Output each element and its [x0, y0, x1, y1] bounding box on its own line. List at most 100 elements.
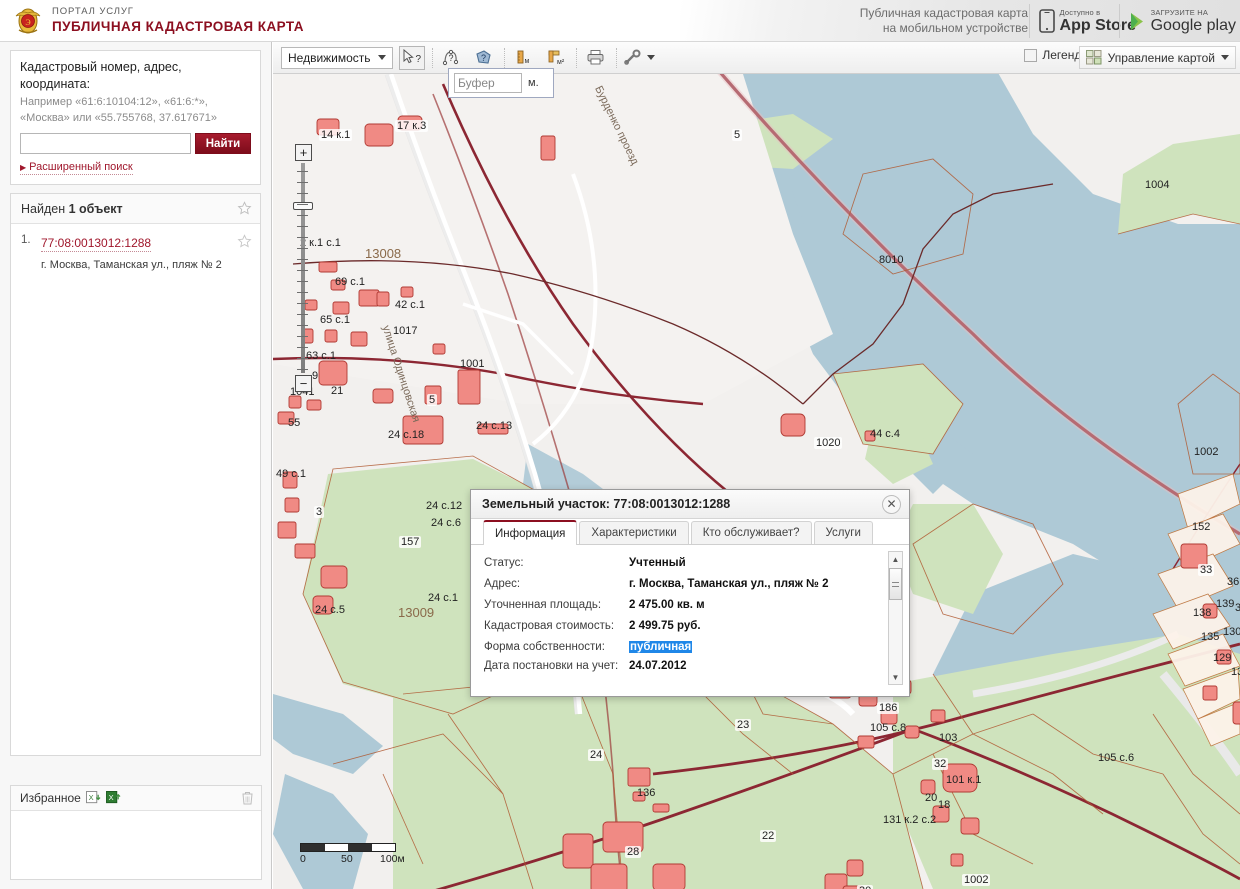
row-value: Учтенный — [629, 556, 686, 569]
favorites-panel: Избранное X X — [10, 785, 262, 880]
zoom-tick — [297, 193, 308, 194]
find-button[interactable]: Найти — [195, 133, 251, 154]
svg-text:X: X — [89, 793, 94, 802]
map-label: 1020 — [814, 437, 843, 449]
tab-harakteristiki[interactable]: Характеристики — [579, 521, 689, 544]
map-label: 8010 — [879, 254, 904, 266]
coat-of-arms-icon: Э — [15, 8, 41, 34]
layer-select[interactable]: Недвижимость — [281, 46, 393, 69]
zoom-tick — [297, 325, 308, 326]
chevron-down-icon — [377, 55, 386, 60]
list-item[interactable]: 1. 77:08:0013012:1288 г. Москва, Таманск… — [11, 224, 260, 280]
result-favorite-star-icon[interactable] — [237, 234, 252, 249]
map-label: 17 к.3 — [395, 120, 429, 132]
measure-length-tool-button[interactable]: м — [511, 46, 537, 70]
scale-label-right: 100м — [380, 853, 405, 865]
zoom-in-button[interactable]: + — [295, 144, 312, 161]
left-sidebar: Кадастровый номер, адрес, координата: На… — [0, 42, 272, 889]
map-label: 139 — [1216, 598, 1235, 610]
map-label: 1002 — [962, 874, 991, 886]
toolbar-separator-2 — [503, 47, 505, 68]
zoom-tick — [297, 182, 308, 183]
result-cadastral-number[interactable]: 77:08:0013012:1288 — [41, 236, 152, 252]
map-label: 1001 — [460, 358, 485, 370]
map-label: 20 — [925, 792, 938, 804]
measure-area-tool-button[interactable]: м² — [543, 46, 569, 70]
row-value: 2 499.75 руб. — [629, 619, 701, 632]
map-label: 18 — [938, 799, 951, 811]
row-value: г. Москва, Таманская ул., пляж № 2 — [629, 577, 829, 590]
zoom-tick — [297, 314, 308, 315]
google-play-badge[interactable]: ЗАГРУЗИТЕ НА Google play — [1118, 4, 1240, 38]
results-count-text: Найден 1 объект — [21, 202, 237, 216]
toolbar-separator-3 — [575, 47, 577, 68]
map-label: 14 к.1 — [319, 129, 353, 141]
favorite-star-icon[interactable] — [237, 201, 252, 216]
layers-grid-icon — [1085, 50, 1102, 65]
scale-bar-rule — [300, 843, 396, 852]
tab-kto-obsluzhivaet[interactable]: Кто обслуживает? — [690, 521, 812, 544]
share-link-tool-button[interactable] — [623, 46, 657, 70]
map-area: Недвижимость ? ? ? м м² Легенда Управлен… — [273, 42, 1240, 889]
zoom-slider-track[interactable] — [293, 163, 313, 373]
map-label: 130 — [1223, 626, 1240, 638]
map-label: 24 с.5 — [315, 604, 345, 616]
map-canvas[interactable]: 14 к.1 17 к.3 5 1004 8010 2 к.1 с.1 13008 42 с.… — [273, 74, 1240, 889]
polyline-info-tool-button[interactable]: ? — [439, 46, 465, 70]
print-tool-button[interactable] — [583, 46, 609, 70]
row-value-highlighted[interactable]: публичная — [629, 640, 693, 653]
map-label: 103 — [939, 732, 958, 744]
select-info-tool-button[interactable]: ? — [398, 45, 425, 70]
popup-title-bar: Земельный участок: 77:08:0013012:1288 ✕ — [471, 490, 909, 519]
application-window: Э ПОРТАЛ УСЛУГ ПУБЛИЧНАЯ КАДАСТРОВАЯ КАР… — [0, 0, 1240, 889]
advanced-search-link[interactable]: ▶ Расширенный поиск — [20, 161, 133, 175]
map-label: 129 — [1213, 652, 1232, 664]
svg-text:м²: м² — [557, 59, 565, 66]
favorites-label: Избранное — [20, 791, 81, 805]
map-label: 44 с.4 — [870, 428, 900, 440]
zoom-out-button[interactable]: − — [295, 375, 312, 392]
scroll-down-icon[interactable]: ▼ — [889, 670, 902, 684]
tab-informaciya[interactable]: Информация — [483, 520, 578, 545]
trash-icon[interactable] — [241, 791, 254, 805]
tab-uslugi[interactable]: Услуги — [813, 521, 873, 544]
toolbar-separator — [431, 47, 433, 68]
page-header: Э ПОРТАЛ УСЛУГ ПУБЛИЧНАЯ КАДАСТРОВАЯ КАР… — [0, 0, 1240, 42]
scale-bar: 0 50 100м — [300, 843, 420, 867]
scrollbar-thumb[interactable] — [889, 568, 902, 600]
excel-export-icon[interactable]: X — [85, 791, 101, 805]
row-key: Статус: — [484, 556, 524, 569]
excel-import-icon[interactable]: X — [105, 791, 121, 805]
ruler-square-meter-icon: м² — [548, 50, 565, 66]
scroll-up-icon[interactable]: ▲ — [889, 552, 902, 566]
close-icon[interactable]: ✕ — [882, 494, 901, 514]
map-label: 101 к.1 — [946, 774, 982, 786]
table-row: Форма собственности: публичная — [484, 636, 909, 657]
search-hint-line2: «Москва» или «55.755768, 37.617671» — [20, 112, 217, 124]
row-key: Кадастровая стоимость: — [484, 619, 615, 632]
map-label: 24 с.13 — [476, 420, 513, 432]
google-play-icon — [1130, 12, 1143, 30]
map-label: 36 к.7 — [1227, 576, 1240, 588]
zoom-control: + − — [293, 144, 315, 392]
map-label: 186 — [877, 702, 900, 714]
search-input[interactable] — [20, 133, 191, 154]
polygon-info-tool-button[interactable]: ? — [471, 46, 497, 70]
map-label: 152 — [1192, 521, 1211, 533]
legend-checkbox[interactable] — [1024, 48, 1038, 62]
result-body: 77:08:0013012:1288 г. Москва, Таманская … — [41, 234, 231, 272]
svg-text:?: ? — [449, 53, 454, 63]
buffer-input[interactable] — [454, 73, 522, 93]
row-key: Уточненная площадь: — [484, 598, 602, 611]
scale-seg-4 — [371, 844, 395, 851]
map-label: 30 — [857, 885, 874, 889]
map-label: 24 с.18 — [388, 429, 425, 441]
map-label: 13009 — [398, 605, 435, 620]
map-control-dropdown[interactable]: Управление картой — [1078, 46, 1236, 69]
popup-scrollbar[interactable]: ▲ ▼ — [888, 551, 903, 685]
zoom-tick — [297, 215, 308, 216]
popup-tabs: Информация Характеристики Кто обслуживае… — [471, 519, 909, 545]
map-toolbar: Недвижимость ? ? ? м м² Легенда Управлен… — [273, 42, 1240, 74]
svg-text:Э: Э — [25, 18, 30, 27]
map-label: 24 с.12 — [426, 500, 463, 512]
